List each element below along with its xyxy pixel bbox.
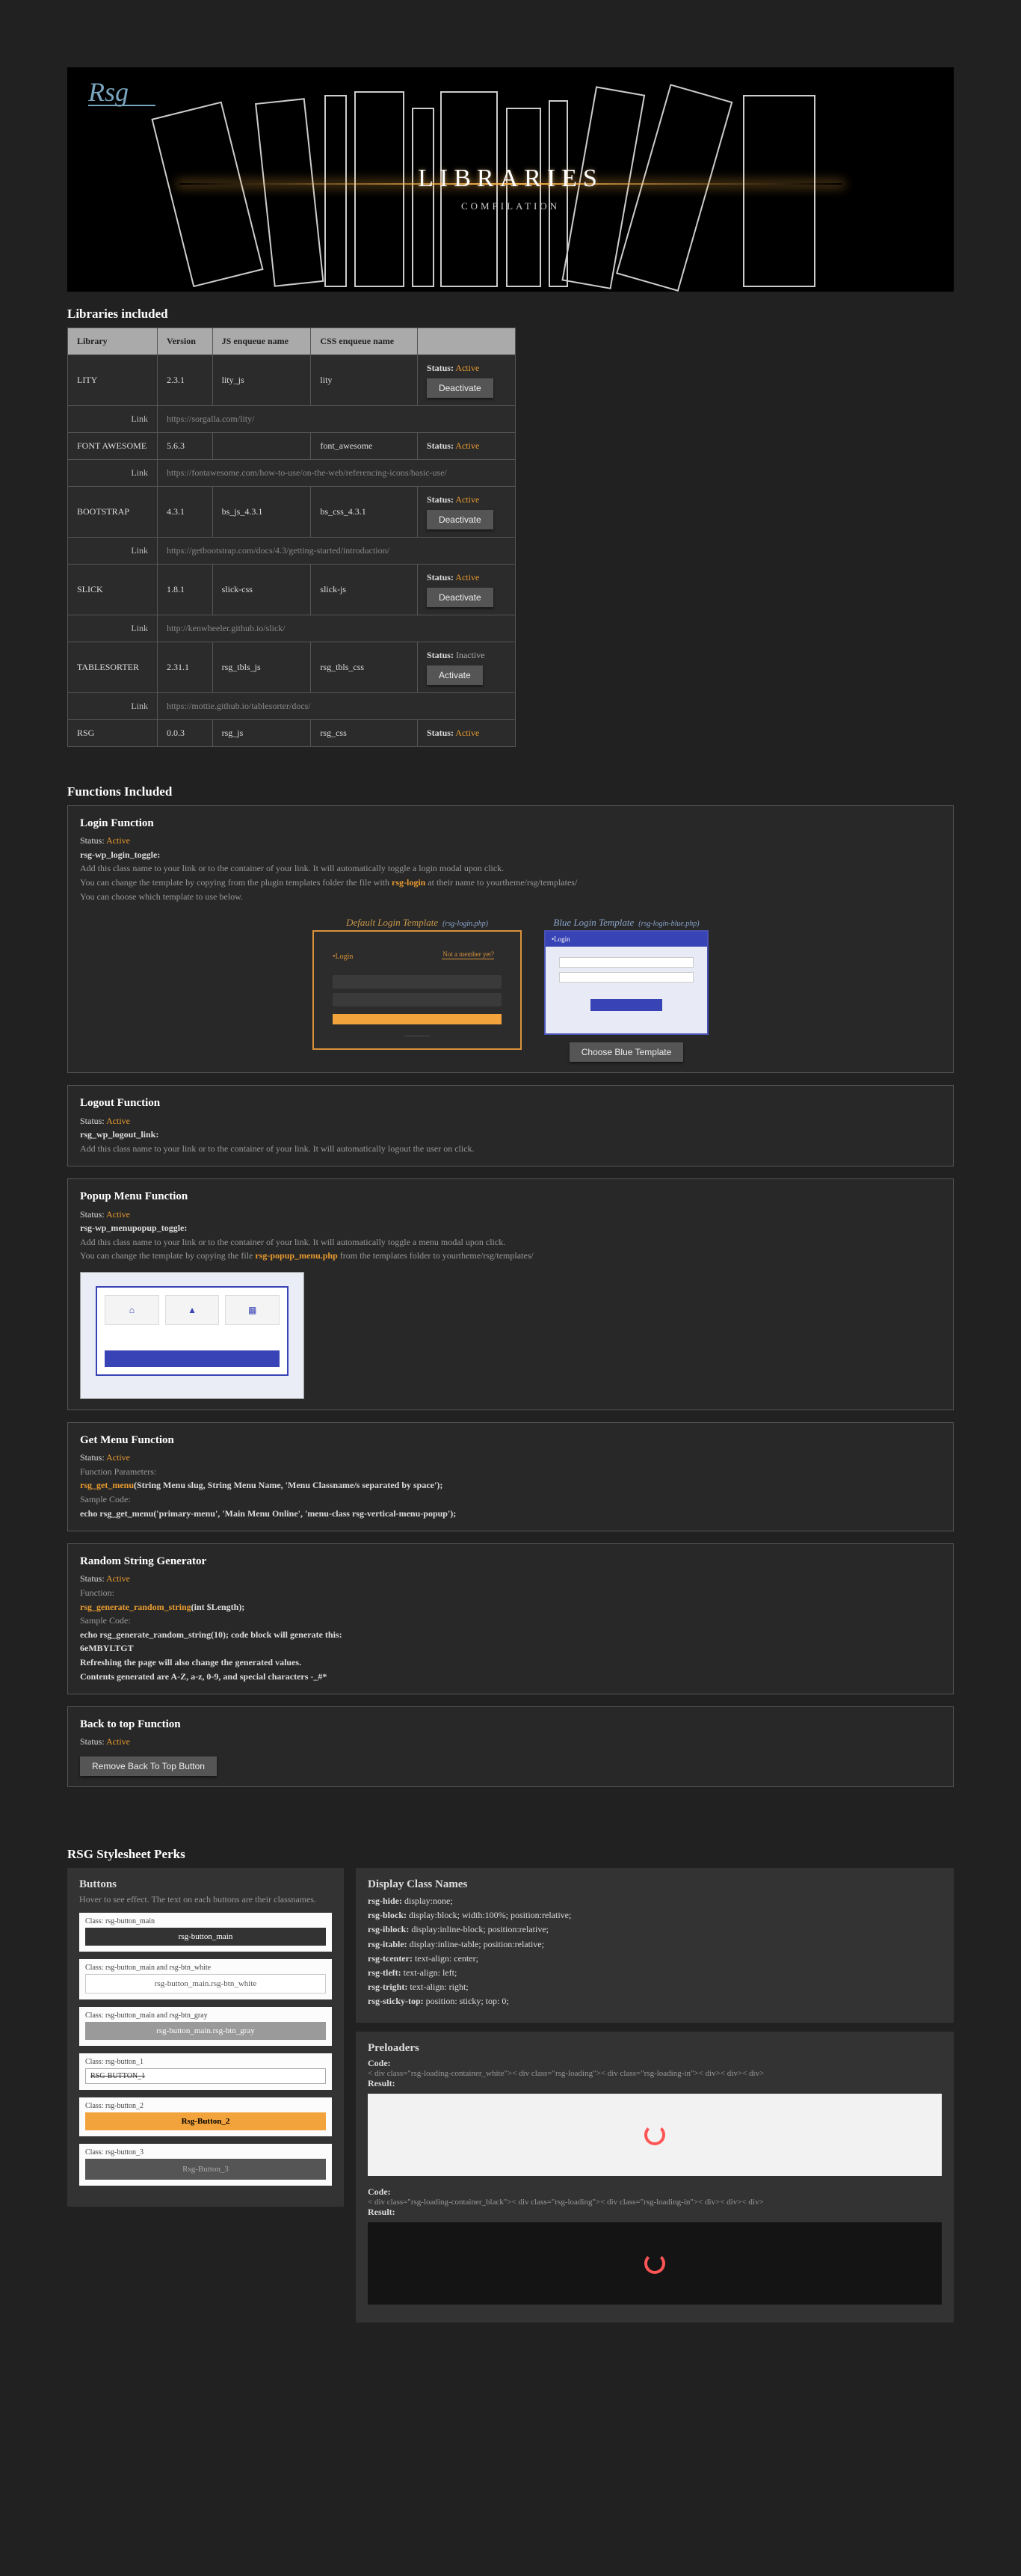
blue-template-preview: •Login [544,930,709,1035]
functions-heading: Functions Included [67,784,954,799]
preloader-black [368,2222,942,2305]
table-link-row: Linkhttps://fontawesome.com/how-to-use/o… [68,460,516,487]
rsg-button-gray[interactable]: rsg-button_main.rsg-btn_gray [85,2022,326,2040]
table-row: LITY2.3.1lity_jslityStatus: ActiveDeacti… [68,355,516,406]
table-row: BOOTSTRAP4.3.1bs_js_4.3.1bs_css_4.3.1Sta… [68,487,516,538]
table-link-row: Linkhttps://sorgalla.com/lity/ [68,406,516,433]
preloader-white [368,2094,942,2176]
logout-title: Logout Function [80,1095,941,1112]
library-link[interactable]: https://mottie.github.io/tablesorter/doc… [167,701,311,711]
th-css: CSS enqueue name [311,328,418,355]
blue-template-title: Blue Login Template [553,917,634,928]
banner: Rsg LIBRARIES COMPILATION [67,67,954,292]
banner-title: LIBRARIES [67,165,954,193]
th-js: JS enqueue name [212,328,311,355]
login-status: Active [106,835,130,846]
popup-title: Popup Menu Function [80,1188,941,1205]
preloaders-card: Preloaders Code: < div class="rsg-loadin… [356,2032,954,2323]
rsg-button-3[interactable]: Rsg-Button_3 [85,2159,326,2180]
th-status [417,328,515,355]
deactivate-button[interactable]: Deactivate [427,378,493,398]
remove-backtop-button[interactable]: Remove Back To Top Button [80,1756,217,1776]
th-library: Library [68,328,158,355]
login-card: Login Function Status: Active rsg-wp_log… [67,805,954,1073]
rsg-button-main[interactable]: rsg-button_main [85,1928,326,1946]
table-row: RSG0.0.3rsg_jsrsg_cssStatus: Active [68,720,516,747]
deactivate-button[interactable]: Deactivate [427,510,493,529]
home-icon: ⌂ [105,1295,159,1325]
table-link-row: Linkhttps://getbootstrap.com/docs/4.3/ge… [68,538,516,565]
table-link-row: Linkhttp://kenwheeler.github.io/slick/ [68,615,516,642]
libraries-heading: Libraries included [67,307,954,322]
library-link[interactable]: https://fontawesome.com/how-to-use/on-th… [167,467,447,478]
choose-blue-template-button[interactable]: Choose Blue Template [570,1042,684,1062]
th-version: Version [158,328,213,355]
login-desc1: Add this class name to your link or to t… [80,861,941,876]
rsg-button-2[interactable]: Rsg-Button_2 [85,2112,326,2130]
login-title: Login Function [80,815,941,832]
popup-preview: ⌂ ▲ ▦ [80,1272,304,1399]
rsg-button-1[interactable]: RSG-BUTTON_1 [85,2068,326,2084]
library-link[interactable]: https://getbootstrap.com/docs/4.3/gettin… [167,545,389,556]
rsg-button-white[interactable]: rsg-button_main.rsg-btn_white [85,1974,326,1994]
backtop-card: Back to top Function Status: Active Remo… [67,1706,954,1787]
table-link-row: Linkhttps://mottie.github.io/tablesorter… [68,693,516,720]
display-classes-card: Display Class Names rsg-hide: display:no… [356,1868,954,2023]
getmenu-card: Get Menu Function Status: Active Functio… [67,1422,954,1531]
random-card: Random String Generator Status: Active F… [67,1543,954,1694]
deactivate-button[interactable]: Deactivate [427,588,493,607]
buttons-card: Buttons Hover to see effect. The text on… [67,1868,344,2207]
table-row: SLICK1.8.1slick-cssslick-jsStatus: Activ… [68,565,516,615]
popup-card: Popup Menu Function Status: Active rsg-w… [67,1178,954,1410]
default-template-title: Default Login Template [346,917,438,928]
library-link[interactable]: http://kenwheeler.github.io/slick/ [167,623,286,633]
banner-sub: COMPILATION [67,200,954,212]
status-label: Status: [80,835,105,846]
grid-icon: ▦ [225,1295,280,1325]
user-icon: ▲ [165,1295,220,1325]
default-template-preview: •Login Not a member yet? ────── [312,930,522,1050]
libraries-table: Library Version JS enqueue name CSS enqu… [67,328,516,747]
library-link[interactable]: https://sorgalla.com/lity/ [167,414,254,424]
perks-heading: RSG Stylesheet Perks [67,1847,954,1862]
table-row: TABLESORTER2.31.1rsg_tbls_jsrsg_tbls_css… [68,642,516,693]
logout-card: Logout Function Status: Active rsg_wp_lo… [67,1085,954,1166]
table-row: FONT AWESOME5.6.3font_awesomeStatus: Act… [68,433,516,460]
activate-button[interactable]: Activate [427,665,483,685]
login-class: rsg-wp_login_toggle: [80,849,160,860]
